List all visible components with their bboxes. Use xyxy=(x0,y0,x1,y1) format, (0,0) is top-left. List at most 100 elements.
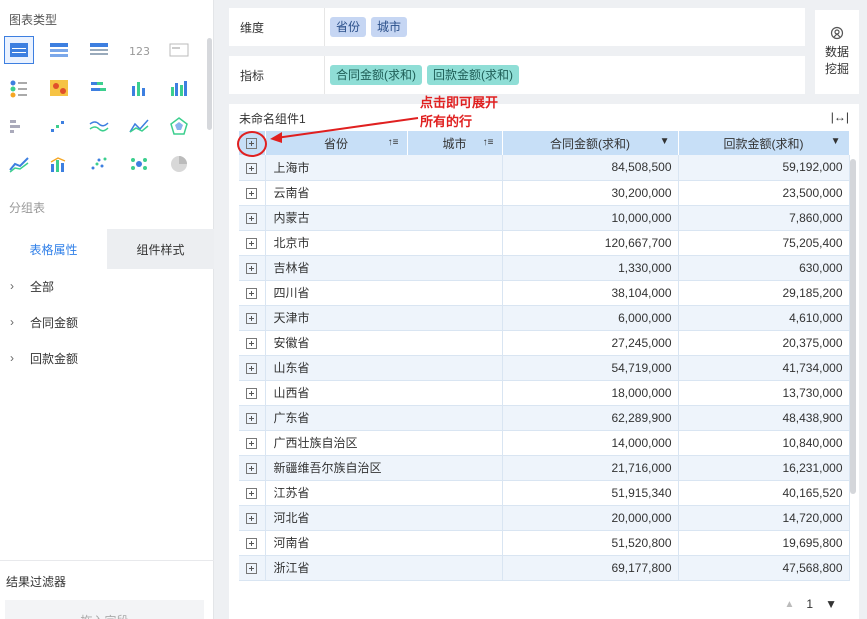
row-expand-button[interactable] xyxy=(239,430,266,456)
row-expand-button[interactable] xyxy=(239,455,266,481)
cell-province: 山东省 xyxy=(265,355,503,381)
column-header-payment[interactable]: 回款金额(求和) ▼ xyxy=(678,131,850,155)
filter-drop-zone[interactable]: 拖入字段 xyxy=(5,600,204,619)
column-chart-icon[interactable] xyxy=(124,74,154,102)
table-scrollbar[interactable] xyxy=(850,159,856,494)
cell-contract-amount: 10,000,000 xyxy=(502,205,679,231)
cell-payment-amount: 29,185,200 xyxy=(678,280,850,306)
multi-line-icon[interactable] xyxy=(84,112,114,140)
dimension-pill-city[interactable]: 城市 xyxy=(371,17,408,37)
sort-icon[interactable]: ↑≡ xyxy=(483,137,494,148)
cell-payment-amount: 19,695,800 xyxy=(678,530,850,556)
metric-pill-payment[interactable]: 回款金额(求和) xyxy=(427,65,519,85)
row-expand-button[interactable] xyxy=(239,355,266,381)
cell-contract-amount: 30,200,000 xyxy=(502,180,679,206)
group-table-icon[interactable] xyxy=(4,36,34,64)
row-expand-button[interactable] xyxy=(239,480,266,506)
table-row: 山西省 18,000,000 13,730,000 xyxy=(239,380,850,406)
table-row: 广东省 62,289,900 48,438,900 xyxy=(239,405,850,431)
dimension-label: 维度 xyxy=(229,8,325,46)
combo-chart-icon[interactable] xyxy=(44,150,74,178)
cell-payment-amount: 10,840,000 xyxy=(678,430,850,456)
cell-contract-amount: 20,000,000 xyxy=(502,505,679,531)
page-up-icon[interactable]: ▲ xyxy=(785,599,795,610)
tab-table-properties[interactable]: 表格属性 xyxy=(0,229,107,269)
row-expand-button[interactable] xyxy=(239,230,266,256)
cell-province: 北京市 xyxy=(265,230,503,256)
caret-down-icon[interactable]: ▼ xyxy=(831,136,841,147)
tree-item-label: 全部 xyxy=(30,279,55,294)
text-card-icon[interactable] xyxy=(164,36,194,64)
chart-type-title: 图表类型 xyxy=(9,13,58,27)
heatmap-icon[interactable] xyxy=(44,74,74,102)
row-expand-button[interactable] xyxy=(239,330,266,356)
row-expand-button[interactable] xyxy=(239,530,266,556)
tree-item-all[interactable]: › 全部 xyxy=(10,276,54,296)
column-header-label: 合同金额(求和) xyxy=(550,136,630,151)
stacked-bar-icon[interactable] xyxy=(84,74,114,102)
row-expand-button[interactable] xyxy=(239,280,266,306)
plus-square-icon xyxy=(246,262,258,274)
data-mining-label-1: 数据 xyxy=(824,45,849,59)
row-expand-button[interactable] xyxy=(239,305,266,331)
area-line-icon[interactable] xyxy=(124,112,154,140)
metric-label: 指标 xyxy=(229,56,325,94)
tree-item-label: 回款金额 xyxy=(30,351,79,366)
annotation-line-2: 所有的行 xyxy=(420,114,473,129)
row-expand-button[interactable] xyxy=(239,555,266,581)
row-expand-button[interactable] xyxy=(239,205,266,231)
bar-list-icon[interactable] xyxy=(4,112,34,140)
cell-province: 广东省 xyxy=(265,405,503,431)
data-mining-button[interactable]: 数据 挖掘 xyxy=(815,10,859,94)
tree-item-label: 合同金额 xyxy=(30,315,79,330)
fullscreen-expand-icon[interactable]: |↔| xyxy=(831,110,849,124)
row-expand-button[interactable] xyxy=(239,505,266,531)
cell-province: 内蒙古 xyxy=(265,205,503,231)
cell-contract-amount: 1,330,000 xyxy=(502,255,679,281)
metric-pill-contract[interactable]: 合同金额(求和) xyxy=(330,65,422,85)
table-row: 天津市 6,000,000 4,610,000 xyxy=(239,305,850,331)
detail-table-icon[interactable] xyxy=(84,36,114,64)
column-header-contract[interactable]: 合同金额(求和) ▼ xyxy=(502,131,679,155)
grouped-column-icon[interactable] xyxy=(164,74,194,102)
dot-matrix-icon[interactable] xyxy=(4,74,34,102)
plus-square-icon xyxy=(246,162,258,174)
data-mining-label-2: 挖掘 xyxy=(824,62,849,76)
row-expand-button[interactable] xyxy=(239,180,266,206)
row-expand-button[interactable] xyxy=(239,155,266,181)
plus-square-icon xyxy=(246,437,258,449)
kpi-number-icon[interactable]: 123 xyxy=(124,36,154,64)
cross-table-icon[interactable] xyxy=(44,36,74,64)
bubble-cluster-icon[interactable] xyxy=(124,150,154,178)
scatter-step-icon[interactable] xyxy=(44,112,74,140)
chevron-right-icon: › xyxy=(10,351,14,365)
caret-down-icon[interactable]: ▼ xyxy=(660,136,670,147)
dimension-pill-province[interactable]: 省份 xyxy=(330,17,367,37)
row-expand-button[interactable] xyxy=(239,255,266,281)
pie-chart-icon[interactable] xyxy=(164,150,194,178)
scatter-icon[interactable] xyxy=(84,150,114,178)
tree-item-contract[interactable]: › 合同金额 xyxy=(10,312,78,332)
tab-component-style[interactable]: 组件样式 xyxy=(107,229,214,269)
annotation-arrow-icon xyxy=(270,117,419,143)
cell-payment-amount: 75,205,400 xyxy=(678,230,850,256)
row-expand-button[interactable] xyxy=(239,380,266,406)
page-down-icon[interactable]: ▼ xyxy=(825,597,837,611)
cell-payment-amount: 13,730,000 xyxy=(678,380,850,406)
cell-payment-amount: 20,375,000 xyxy=(678,330,850,356)
cell-province: 天津市 xyxy=(265,305,503,331)
plus-square-icon xyxy=(246,462,258,474)
left-scrollbar[interactable] xyxy=(207,38,212,130)
chart-type-name: 分组表 xyxy=(9,201,46,215)
line-chart-icon[interactable] xyxy=(4,150,34,178)
plus-square-icon xyxy=(246,562,258,574)
table-row: 云南省 30,200,000 23,500,000 xyxy=(239,180,850,206)
cell-contract-amount: 21,716,000 xyxy=(502,455,679,481)
cell-province: 云南省 xyxy=(265,180,503,206)
cell-province: 河北省 xyxy=(265,505,503,531)
radar-icon[interactable] xyxy=(164,112,194,140)
row-expand-button[interactable] xyxy=(239,405,266,431)
annotation-line-1: 点击即可展开 xyxy=(420,95,499,110)
tree-item-payment[interactable]: › 回款金额 xyxy=(10,348,78,368)
cell-province: 新疆维吾尔族自治区 xyxy=(265,455,503,481)
